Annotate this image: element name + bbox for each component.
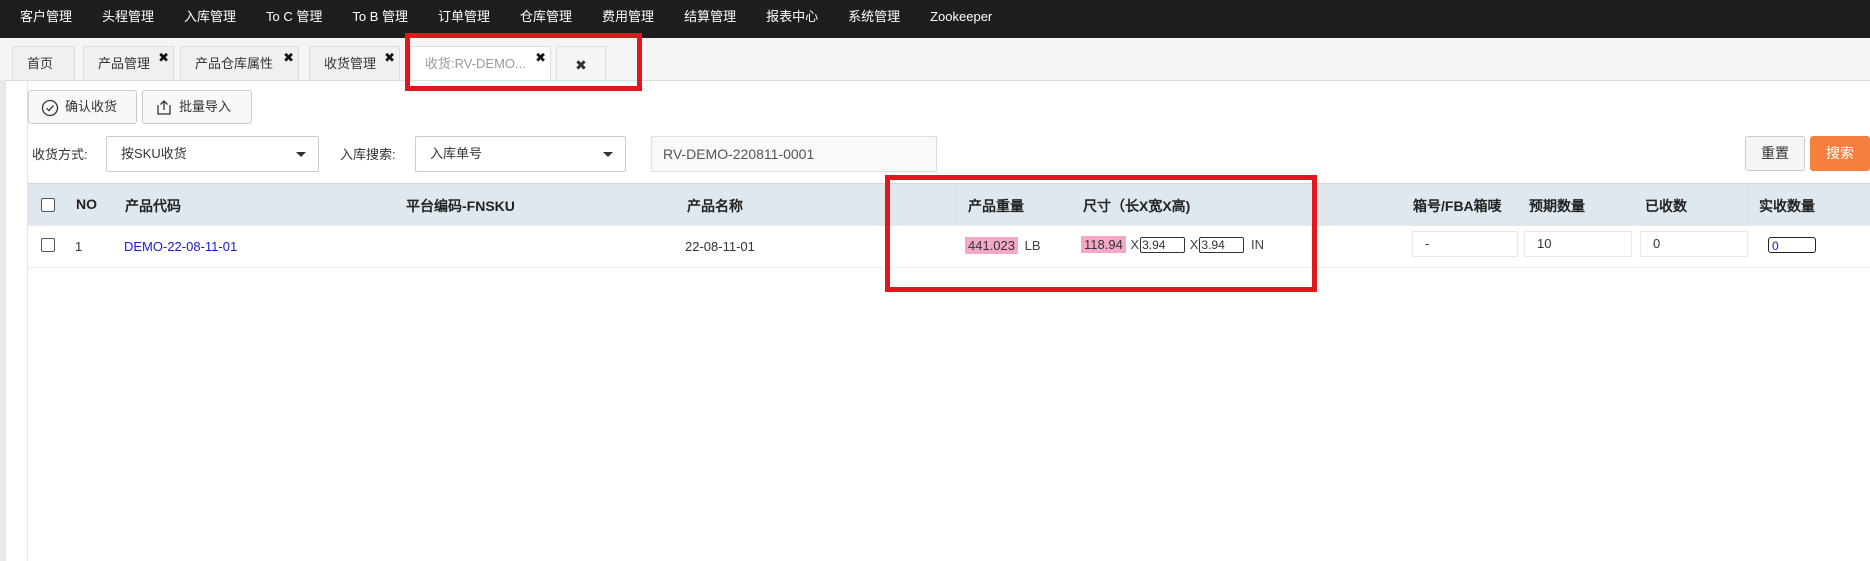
product-name-value: 22-08-11-01 [685, 239, 755, 254]
nav-tob[interactable]: To B 管理 [337, 0, 423, 38]
chevron-down-icon [603, 152, 613, 157]
received-qty-field: 0 [1640, 231, 1748, 257]
nav-fees[interactable]: 费用管理 [587, 0, 669, 38]
col-no: NO [76, 196, 97, 212]
size-separator: X [1189, 237, 1199, 252]
reset-button[interactable]: 重置 [1745, 136, 1805, 171]
col-box-no: 箱号/FBA箱唛 [1413, 198, 1502, 214]
close-icon[interactable]: ✖ [283, 41, 294, 75]
tab-bar: 首页 产品管理 ✖ 产品仓库属性 ✖ 收货管理 ✖ 收货:RV-DEMO... ✖ ✖ [0, 38, 1870, 81]
nav-settlement[interactable]: 结算管理 [669, 0, 751, 38]
tab-product-mgmt[interactable]: 产品管理 ✖ [83, 46, 174, 80]
close-icon[interactable]: ✖ [384, 41, 395, 75]
height-input[interactable]: 3.94 [1199, 237, 1245, 253]
nav-first-leg[interactable]: 头程管理 [87, 0, 169, 38]
search-type-value: 入库单号 [430, 146, 483, 161]
box-no-field: - [1412, 231, 1518, 257]
nav-orders[interactable]: 订单管理 [423, 0, 505, 38]
left-divider [27, 80, 28, 561]
col-received-qty: 已收数 [1645, 198, 1687, 214]
nav-customer[interactable]: 客户管理 [0, 0, 87, 38]
row-checkbox[interactable] [41, 238, 55, 252]
length-value: 118.94 [1081, 236, 1126, 253]
nav-system[interactable]: 系统管理 [833, 0, 915, 38]
product-code-link[interactable]: DEMO-22-08-11-01 [124, 239, 237, 254]
check-circle-icon [41, 99, 59, 117]
col-product-name: 产品名称 [687, 198, 743, 214]
search-type-select[interactable]: 入库单号 [415, 136, 626, 172]
upload-icon [157, 100, 171, 115]
tab-product-wh-attr[interactable]: 产品仓库属性 ✖ [180, 46, 299, 80]
close-icon[interactable]: ✖ [535, 41, 546, 75]
width-input[interactable]: 3.94 [1140, 237, 1186, 253]
tab-receiving-doc[interactable]: 收货:RV-DEMO... ✖ [410, 46, 551, 80]
col-weight: 产品重量 [968, 198, 1024, 214]
row-no: 1 [75, 239, 83, 254]
tab-home-label: 首页 [27, 56, 54, 71]
weight-cell: 441.023 LB [965, 237, 1041, 254]
nav-warehouse[interactable]: 仓库管理 [505, 0, 587, 38]
nav-toc[interactable]: To C 管理 [251, 0, 337, 38]
actual-qty-input[interactable]: 0 [1768, 237, 1816, 253]
nav-reports[interactable]: 报表中心 [751, 0, 833, 38]
col-actual-qty: 实收数量 [1759, 198, 1815, 214]
select-all-checkbox[interactable] [41, 198, 55, 212]
chevron-down-icon [296, 152, 306, 157]
tab-receiving-mgmt[interactable]: 收货管理 ✖ [309, 46, 400, 80]
col-size: 尺寸（长X宽X高) [1083, 198, 1191, 214]
expected-qty-field: 10 [1524, 231, 1632, 257]
tab-label: 产品管理 [98, 56, 151, 71]
size-unit: IN [1251, 237, 1265, 252]
confirm-receipt-label: 确认收货 [65, 99, 118, 114]
table-header: NO 产品代码 平台编码-FNSKU 产品名称 产品重量 尺寸（长X宽X高) 箱… [28, 183, 1870, 226]
weight-value: 441.023 [965, 237, 1018, 254]
receiving-mode-label: 收货方式: [32, 147, 88, 162]
size-cell: 118.94 X 3.94 X 3.94 IN [1081, 236, 1265, 253]
search-input[interactable]: RV-DEMO-220811-0001 [651, 136, 937, 172]
receiving-mode-select[interactable]: 按SKU收货 [106, 136, 319, 172]
tab-home[interactable]: 首页 [12, 46, 75, 80]
inbound-search-label: 入库搜索: [340, 147, 396, 162]
left-edge [0, 80, 6, 561]
tab-label: 产品仓库属性 [195, 56, 274, 71]
col-product-code: 产品代码 [125, 198, 181, 214]
receiving-mode-value: 按SKU收货 [121, 146, 187, 161]
search-button[interactable]: 搜索 [1810, 136, 1870, 171]
tab-label: 收货管理 [324, 56, 377, 71]
tab-label: 收货:RV-DEMO... [425, 56, 526, 71]
nav-inbound[interactable]: 入库管理 [169, 0, 251, 38]
nav-zookeeper[interactable]: Zookeeper [915, 0, 1007, 38]
batch-import-button[interactable]: 批量导入 [142, 90, 252, 124]
close-icon[interactable]: ✖ [158, 41, 169, 75]
confirm-receipt-button[interactable]: 确认收货 [28, 90, 137, 124]
col-expected-qty: 预期数量 [1529, 198, 1585, 214]
weight-unit: LB [1024, 238, 1041, 253]
size-separator: X [1130, 237, 1140, 252]
table-row: 1 DEMO-22-08-11-01 22-08-11-01 441.023 L… [28, 225, 1870, 268]
batch-import-label: 批量导入 [179, 99, 232, 114]
top-navigation: 客户管理 头程管理 入库管理 To C 管理 To B 管理 订单管理 仓库管理… [0, 0, 1870, 38]
col-fnsku: 平台编码-FNSKU [406, 198, 515, 214]
close-all-tabs-button[interactable]: ✖ [556, 46, 606, 80]
